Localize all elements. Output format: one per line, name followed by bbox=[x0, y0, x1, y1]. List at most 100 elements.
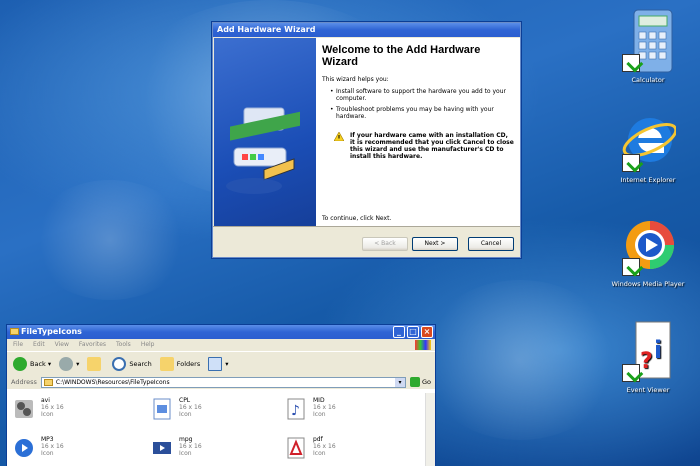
views-icon bbox=[208, 356, 223, 371]
file-item-mpg[interactable]: mpg 16 x 16 Icon bbox=[151, 436, 285, 466]
file-list: avi 16 x 16 Icon CPL 16 x 16 Icon ♪ MID 16 x … bbox=[7, 393, 427, 466]
folders-icon bbox=[159, 356, 174, 371]
up-folder-icon bbox=[87, 356, 102, 371]
file-name: MP3 bbox=[41, 436, 54, 443]
menu-file[interactable]: File bbox=[13, 341, 23, 349]
desktop-icon-label: Internet Explorer bbox=[620, 176, 676, 184]
windows-logo-icon bbox=[415, 340, 431, 350]
menu-favorites[interactable]: Favorites bbox=[79, 341, 106, 349]
cancel-button[interactable]: Cancel bbox=[468, 237, 514, 251]
add-hardware-wizard-window: Add Hardware Wizard Welcome to the Add H… bbox=[212, 22, 521, 258]
explorer-titlebar[interactable]: FileTypeIcons _ □ × bbox=[7, 325, 435, 339]
file-size: 16 x 16 bbox=[313, 404, 336, 411]
search-button[interactable]: Search bbox=[112, 356, 152, 371]
folders-label: Folders bbox=[176, 359, 201, 368]
go-label: Go bbox=[421, 378, 431, 386]
shortcut-arrow-icon bbox=[622, 258, 640, 276]
desktop-icon-event-viewer[interactable]: ? i Event Viewer bbox=[608, 318, 688, 394]
back-button[interactable]: < Back bbox=[362, 237, 408, 251]
file-type: Icon bbox=[179, 411, 192, 418]
forward-arrow-icon bbox=[59, 356, 74, 371]
file-item-pdf[interactable]: pdf 16 x 16 Icon bbox=[285, 436, 419, 466]
svg-text:i: i bbox=[654, 336, 662, 364]
cpl-icon bbox=[153, 398, 171, 420]
views-button[interactable]: ▾ bbox=[208, 356, 228, 371]
chevron-down-icon[interactable]: ▾ bbox=[394, 377, 405, 387]
wizard-warning: If your hardware came with an installati… bbox=[334, 132, 514, 160]
wizard-bullet: Install software to support the hardware… bbox=[330, 88, 514, 102]
file-size: 16 x 16 bbox=[179, 443, 202, 450]
folder-icon bbox=[10, 328, 19, 335]
mid-icon: ♪ bbox=[287, 398, 305, 420]
file-type: Icon bbox=[313, 411, 326, 418]
vertical-scrollbar[interactable] bbox=[425, 393, 435, 466]
file-item-mid[interactable]: ♪ MID 16 x 16 Icon bbox=[285, 397, 419, 432]
wizard-button-bar: < Back Next > Cancel bbox=[213, 226, 520, 258]
desktop-icon-internet-explorer[interactable]: Internet Explorer bbox=[608, 108, 688, 184]
mp3-icon bbox=[15, 439, 33, 457]
wizard-heading: Welcome to the Add Hardware Wizard bbox=[322, 44, 481, 68]
file-name: avi bbox=[41, 397, 50, 404]
toolbar: Back ▾ ▾ Search Folders ▾ bbox=[7, 351, 435, 375]
file-type: Icon bbox=[41, 450, 54, 457]
menu-tools[interactable]: Tools bbox=[116, 341, 131, 349]
file-name: MID bbox=[313, 397, 325, 404]
address-value: C:\WINDOWS\Resources\FileTypeIcons bbox=[55, 378, 170, 386]
file-type: Icon bbox=[41, 411, 54, 418]
svg-text:?: ? bbox=[640, 349, 653, 374]
search-label: Search bbox=[129, 359, 152, 368]
back-nav-button[interactable]: Back ▾ bbox=[13, 356, 51, 371]
minimize-button[interactable]: _ bbox=[393, 326, 405, 338]
file-type: Icon bbox=[313, 450, 326, 457]
pdf-icon bbox=[287, 437, 305, 459]
menu-bar: File Edit View Favorites Tools Help bbox=[7, 339, 435, 351]
maximize-button[interactable]: □ bbox=[407, 326, 419, 338]
avi-icon bbox=[15, 400, 33, 418]
desktop-icon-calculator[interactable]: Calculator bbox=[608, 8, 688, 84]
explorer-window: FileTypeIcons _ □ × File Edit View Favor… bbox=[6, 324, 436, 466]
shortcut-arrow-icon bbox=[622, 54, 640, 72]
mpg-icon bbox=[153, 442, 171, 454]
up-folder-button[interactable] bbox=[87, 356, 104, 371]
back-arrow-icon bbox=[13, 356, 27, 371]
wizard-continue-text: To continue, click Next. bbox=[322, 215, 392, 222]
search-icon bbox=[112, 356, 127, 371]
forward-nav-button[interactable]: ▾ bbox=[59, 356, 79, 371]
file-size: 16 x 16 bbox=[41, 404, 64, 411]
file-item-avi[interactable]: avi 16 x 16 Icon bbox=[13, 397, 151, 432]
folders-button[interactable]: Folders bbox=[159, 356, 201, 371]
address-bar: Address C:\WINDOWS\Resources\FileTypeIco… bbox=[7, 375, 435, 389]
file-name: pdf bbox=[313, 436, 323, 443]
hardware-icon bbox=[226, 107, 300, 194]
wizard-content: Welcome to the Add Hardware Wizard This … bbox=[316, 38, 520, 226]
desktop-icon-label: Windows Media Player bbox=[611, 280, 685, 288]
menu-edit[interactable]: Edit bbox=[33, 341, 45, 349]
menu-view[interactable]: View bbox=[55, 341, 69, 349]
wizard-intro: This wizard helps you: bbox=[322, 76, 389, 83]
file-item-cpl[interactable]: CPL 16 x 16 Icon bbox=[151, 397, 285, 432]
address-label: Address bbox=[11, 378, 37, 386]
close-button[interactable]: × bbox=[421, 326, 433, 338]
wizard-warning-text: If your hardware came with an installati… bbox=[350, 132, 514, 160]
file-name: mpg bbox=[179, 436, 193, 443]
file-type: Icon bbox=[179, 450, 192, 457]
go-button[interactable]: Go bbox=[409, 377, 431, 387]
desktop-icon-label: Event Viewer bbox=[626, 386, 670, 394]
desktop-icon-media-player[interactable]: Windows Media Player bbox=[608, 212, 688, 288]
file-item-mp3[interactable]: MP3 16 x 16 Icon bbox=[13, 436, 151, 466]
warning-icon bbox=[334, 132, 344, 141]
shortcut-arrow-icon bbox=[622, 364, 640, 382]
next-button[interactable]: Next > bbox=[412, 237, 458, 251]
explorer-title: FileTypeIcons bbox=[21, 327, 82, 336]
address-input[interactable]: C:\WINDOWS\Resources\FileTypeIcons ▾ bbox=[40, 376, 406, 388]
menu-help[interactable]: Help bbox=[141, 341, 155, 349]
wizard-title: Add Hardware Wizard bbox=[213, 23, 520, 37]
file-size: 16 x 16 bbox=[179, 404, 202, 411]
wizard-banner bbox=[214, 38, 316, 226]
desktop-icon-label: Calculator bbox=[631, 76, 665, 84]
file-size: 16 x 16 bbox=[313, 443, 336, 450]
go-arrow-icon bbox=[409, 377, 420, 387]
file-name: CPL bbox=[179, 397, 191, 404]
file-size: 16 x 16 bbox=[41, 443, 64, 450]
folder-icon bbox=[43, 378, 53, 386]
